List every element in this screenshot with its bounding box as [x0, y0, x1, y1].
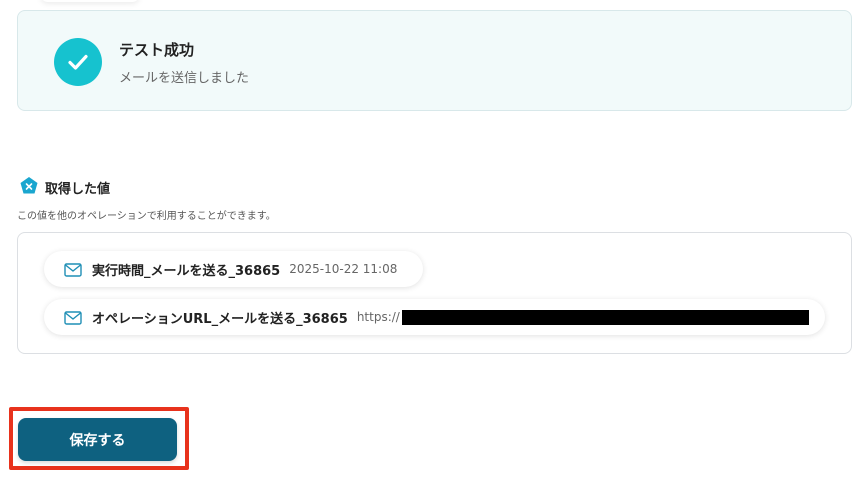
test-success-card: テスト成功 メールを送信しました: [17, 10, 852, 111]
section-description: この値を他のオペレーションで利用することができます。: [17, 211, 276, 222]
value-label: 実行時間_メールを送る_36865: [92, 263, 281, 279]
mail-icon: [64, 310, 82, 325]
value-chip-operation-url[interactable]: オペレーションURL_メールを送る_36865 https://: [44, 299, 825, 335]
x-badge-icon: [19, 176, 39, 196]
page: テスト成功 メールを送信しました 取得した値 この値を他のオペレーションで利用す…: [0, 0, 868, 482]
top-shadow: [40, 0, 140, 2]
value-chip-execution-time[interactable]: 実行時間_メールを送る_36865 2025-10-22 11:08: [44, 251, 423, 287]
success-title: テスト成功: [119, 41, 195, 59]
value-label: オペレーションURL_メールを送る_36865: [92, 311, 348, 327]
check-circle-icon: [54, 38, 102, 86]
section-title: 取得した値: [45, 182, 111, 197]
redacted-block: [401, 309, 809, 325]
value-text: 2025-10-22 11:08: [289, 262, 398, 276]
mail-icon: [64, 262, 82, 277]
success-message: メールを送信しました: [119, 71, 250, 86]
save-button[interactable]: 保存する: [18, 418, 177, 461]
value-text: https://: [356, 310, 400, 324]
